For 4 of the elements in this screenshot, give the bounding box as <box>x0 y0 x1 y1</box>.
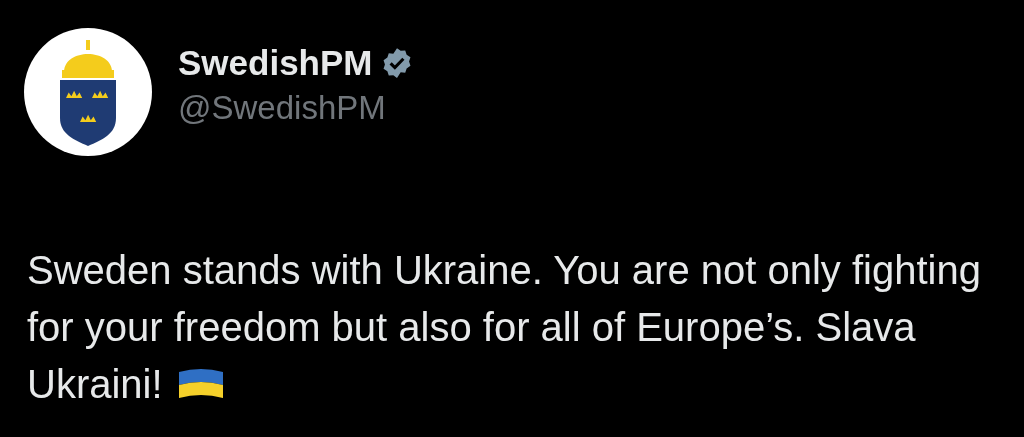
post-text: Sweden stands with Ukraine. You are not only fighting for your freedom but also for all of Europe’s. Slava Ukraini! <box>27 248 981 406</box>
account-name[interactable]: SwedishPM <box>178 42 373 84</box>
account-handle[interactable]: @SwedishPM <box>178 88 415 128</box>
avatar-coat-of-arms-icon[interactable] <box>24 28 152 156</box>
